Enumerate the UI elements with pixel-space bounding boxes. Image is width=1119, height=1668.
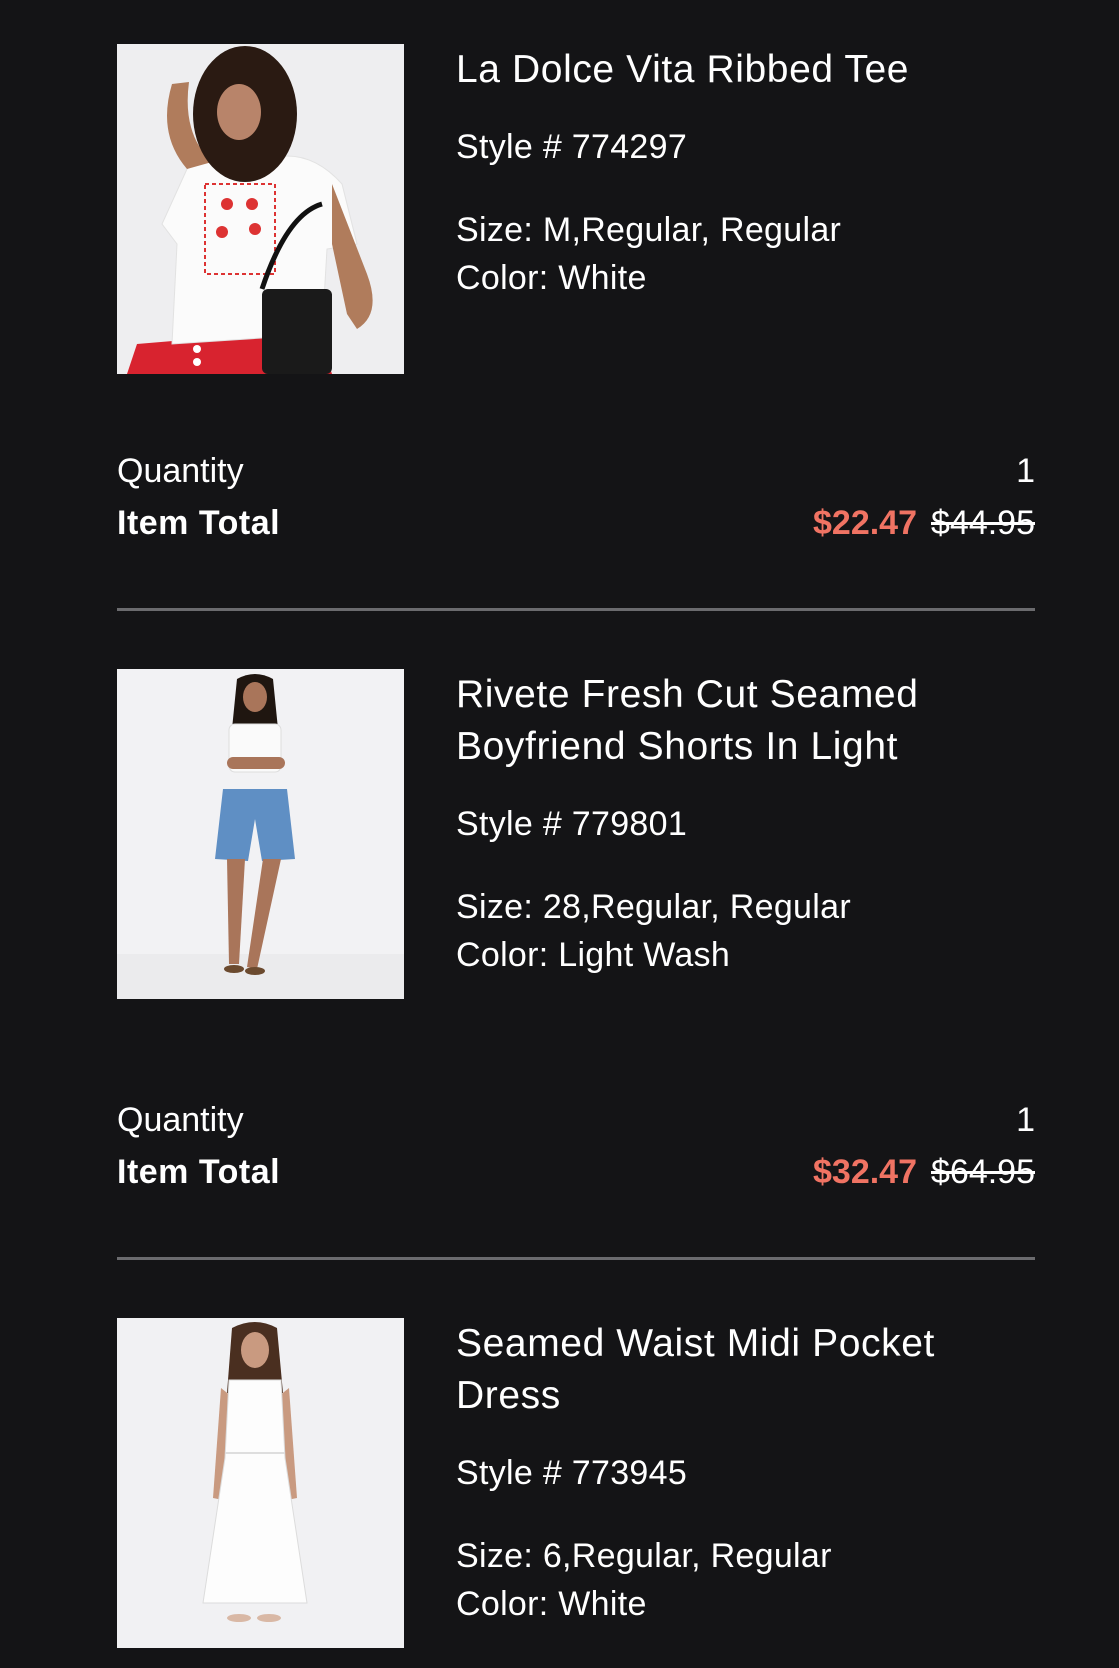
- item-color: Color: White: [456, 1585, 647, 1623]
- quantity-row: Quantity 1: [117, 446, 1035, 496]
- item-details: Seamed Waist Midi Pocket Dress Style # 7…: [117, 1318, 1035, 1648]
- item-info: La Dolce Vita Ribbed Tee Style # 774297 …: [456, 44, 1016, 302]
- product-photo-tee-icon: [117, 44, 404, 374]
- item-name[interactable]: Rivete Fresh Cut Seamed Boyfriend Shorts…: [456, 669, 1016, 773]
- item-style: Style # 779801: [456, 805, 688, 843]
- item-total-label: Item Total: [117, 504, 281, 542]
- divider: [117, 608, 1035, 611]
- item-color: Color: White: [456, 259, 647, 297]
- sale-price: $22.47: [813, 504, 917, 542]
- order-item: La Dolce Vita Ribbed Tee Style # 774297 …: [117, 44, 1035, 542]
- quantity-value: 1: [1016, 452, 1035, 490]
- item-size: Size: 6,Regular, Regular: [456, 1537, 832, 1575]
- product-image[interactable]: [117, 44, 404, 374]
- product-photo-shorts-icon: [117, 669, 404, 999]
- original-price: $64.95: [931, 1153, 1035, 1191]
- quantity-row: Quantity 1: [117, 1095, 1035, 1145]
- item-total-row: Item Total $22.47 $44.95: [117, 496, 1035, 550]
- item-total-row: Item Total $32.47 $64.95: [117, 1145, 1035, 1199]
- item-summary: Quantity 1 Item Total $32.47 $64.95: [117, 1095, 1035, 1199]
- price-group: $32.47 $64.95: [813, 1145, 1035, 1199]
- product-image[interactable]: [117, 669, 404, 999]
- item-details: La Dolce Vita Ribbed Tee Style # 774297 …: [117, 44, 1035, 374]
- quantity-label: Quantity: [117, 1101, 244, 1139]
- order-item: Rivete Fresh Cut Seamed Boyfriend Shorts…: [117, 669, 1035, 1191]
- item-info: Rivete Fresh Cut Seamed Boyfriend Shorts…: [456, 669, 1016, 979]
- item-style: Style # 774297: [456, 128, 688, 166]
- item-info: Seamed Waist Midi Pocket Dress Style # 7…: [456, 1318, 1016, 1628]
- quantity-value: 1: [1016, 1101, 1035, 1139]
- divider: [117, 1257, 1035, 1260]
- item-size: Size: 28,Regular, Regular: [456, 888, 851, 926]
- original-price: $44.95: [931, 504, 1035, 542]
- item-size: Size: M,Regular, Regular: [456, 211, 842, 249]
- item-summary: Quantity 1 Item Total $22.47 $44.95: [117, 446, 1035, 550]
- product-photo-dress-icon: [117, 1318, 404, 1648]
- item-name[interactable]: Seamed Waist Midi Pocket Dress: [456, 1318, 1016, 1422]
- item-name[interactable]: La Dolce Vita Ribbed Tee: [456, 44, 1016, 96]
- price-group: $22.47 $44.95: [813, 496, 1035, 550]
- order-item: Seamed Waist Midi Pocket Dress Style # 7…: [117, 1318, 1035, 1648]
- product-image[interactable]: [117, 1318, 404, 1648]
- item-total-label: Item Total: [117, 1153, 281, 1191]
- item-color: Color: Light Wash: [456, 936, 731, 974]
- sale-price: $32.47: [813, 1153, 917, 1191]
- item-style: Style # 773945: [456, 1454, 688, 1492]
- quantity-label: Quantity: [117, 452, 244, 490]
- item-details: Rivete Fresh Cut Seamed Boyfriend Shorts…: [117, 669, 1035, 999]
